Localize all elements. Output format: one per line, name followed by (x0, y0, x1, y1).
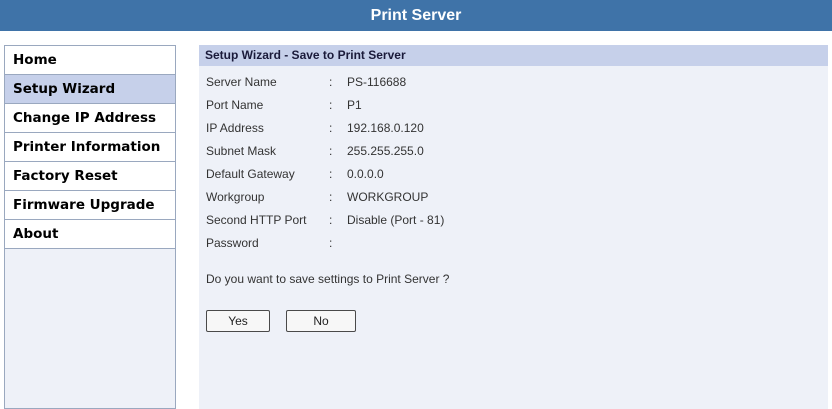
row-value: P1 (347, 98, 362, 112)
row-value: PS-116688 (347, 75, 407, 89)
row-separator: : (329, 144, 333, 158)
row-value: 192.168.0.120 (347, 121, 424, 135)
row-separator: : (329, 121, 333, 135)
sidebar-item-printer-information[interactable]: Printer Information (5, 133, 175, 162)
row-value: WORKGROUP (347, 190, 429, 204)
save-confirmation-question: Do you want to save settings to Print Se… (206, 272, 450, 286)
page-title-bar: Print Server (0, 0, 832, 31)
sidebar-item-firmware-upgrade[interactable]: Firmware Upgrade (5, 191, 175, 220)
row-label: Password (206, 236, 259, 250)
row-separator: : (329, 236, 333, 250)
panel-title: Setup Wizard - Save to Print Server (199, 45, 828, 66)
row-label: Default Gateway (206, 167, 295, 181)
yes-button[interactable]: Yes (206, 310, 270, 332)
row-separator: : (329, 190, 333, 204)
sidebar-item-home[interactable]: Home (5, 46, 175, 75)
row-label: Server Name (206, 75, 277, 89)
row-label: IP Address (206, 121, 264, 135)
print-server-page: Print Server Home Setup Wizard Change IP… (0, 0, 832, 409)
page-title: Print Server (370, 7, 462, 24)
sidebar-item-factory-reset[interactable]: Factory Reset (5, 162, 175, 191)
row-value: 0.0.0.0 (347, 167, 384, 181)
no-button[interactable]: No (286, 310, 356, 332)
sidebar-item-change-ip-address[interactable]: Change IP Address (5, 104, 175, 133)
row-label: Workgroup (206, 190, 265, 204)
sidebar-item-about[interactable]: About (5, 220, 175, 249)
row-separator: : (329, 98, 333, 112)
main-panel: Setup Wizard - Save to Print Server Serv… (199, 45, 828, 409)
sidebar-nav: Home Setup Wizard Change IP Address Prin… (4, 45, 176, 409)
row-label: Second HTTP Port (206, 213, 307, 227)
sidebar-item-setup-wizard[interactable]: Setup Wizard (5, 75, 175, 104)
row-value: 255.255.255.0 (347, 144, 424, 158)
row-label: Port Name (206, 98, 264, 112)
row-separator: : (329, 167, 333, 181)
row-separator: : (329, 213, 333, 227)
row-label: Subnet Mask (206, 144, 277, 158)
row-separator: : (329, 75, 333, 89)
row-value: Disable (Port - 81) (347, 213, 445, 227)
